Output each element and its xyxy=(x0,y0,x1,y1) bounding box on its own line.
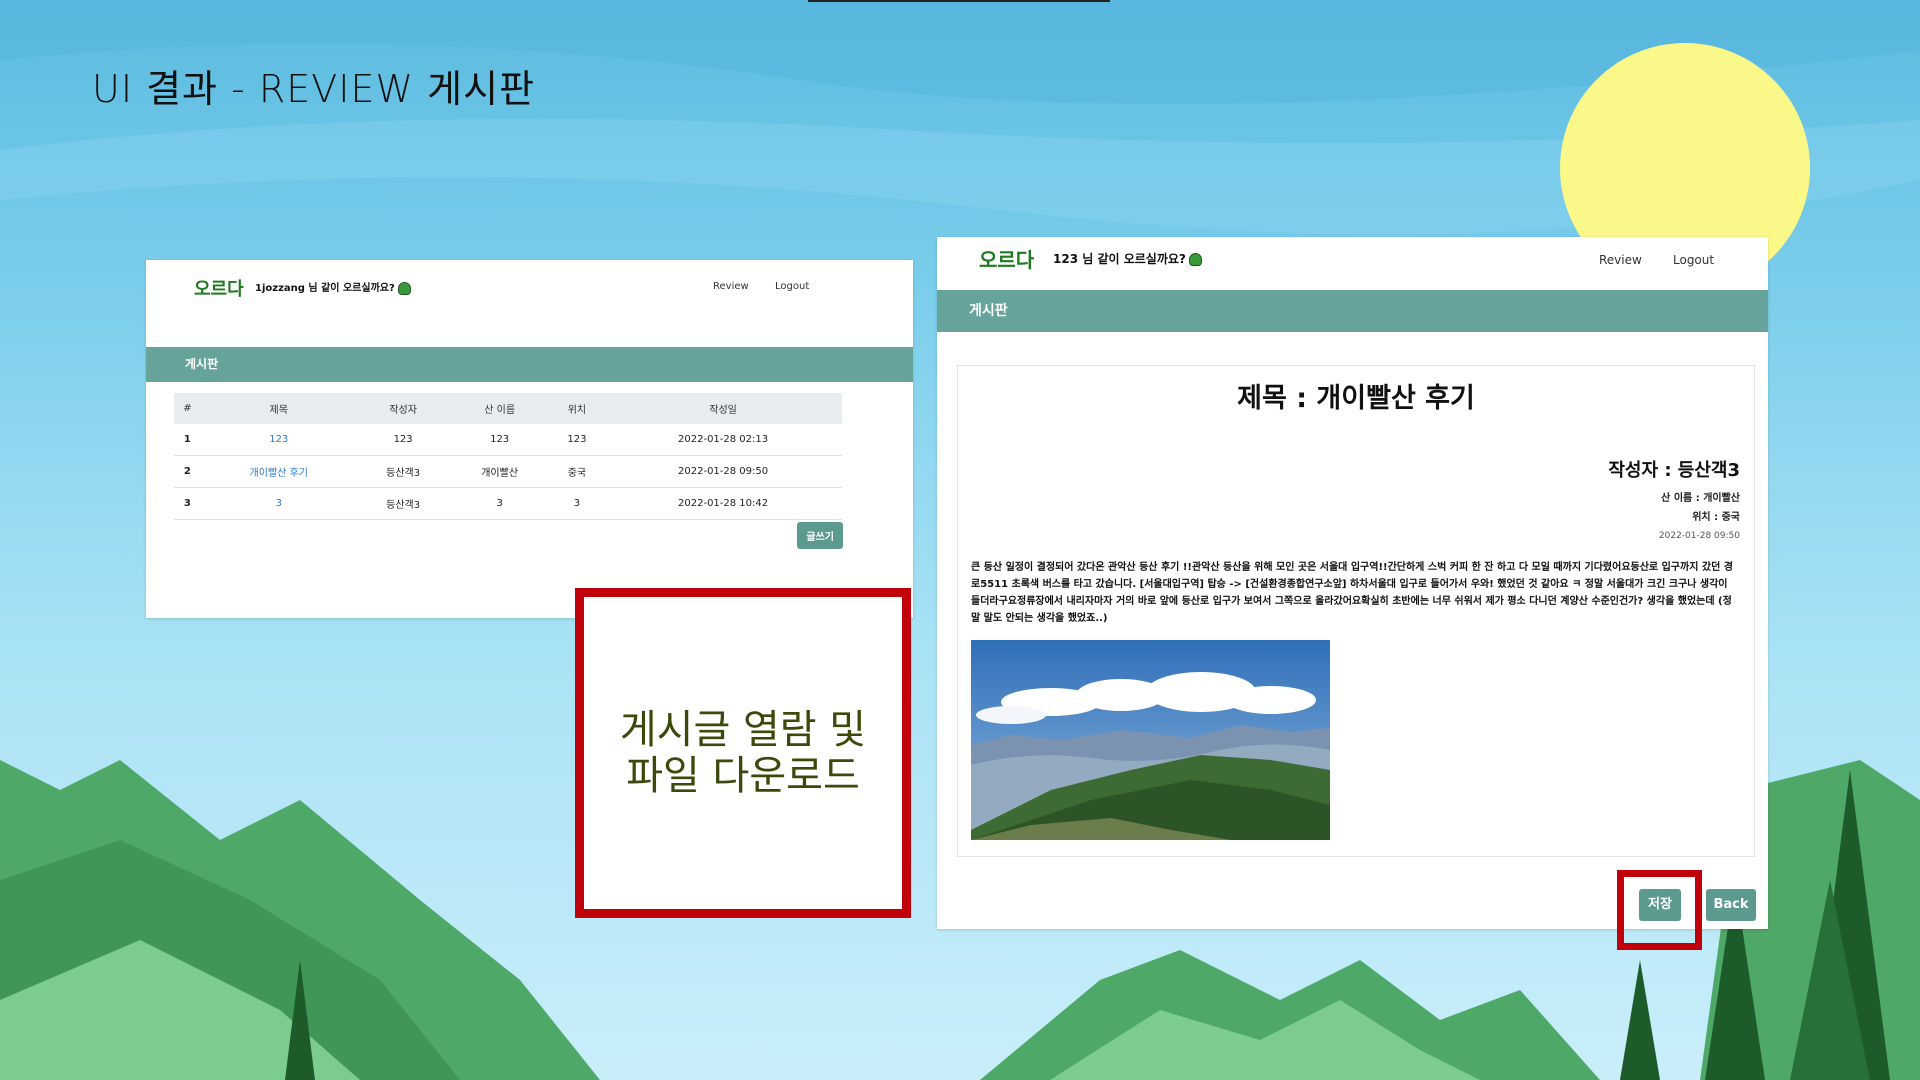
post-link[interactable]: 3 xyxy=(276,498,282,509)
row-num: 1 xyxy=(174,424,201,456)
board-list-screenshot: 오르다 1jozzang 님 같이 오르실까요? Review Logout 게… xyxy=(146,260,913,618)
row-date: 2022-01-28 02:13 xyxy=(604,424,842,456)
nav-logout-link[interactable]: Logout xyxy=(1673,253,1714,267)
greeting: 123 님 같이 오르실까요? xyxy=(1053,250,1202,267)
post-title: 제목 : 개이빨산 후기 xyxy=(1237,383,1475,414)
col-header-location: 위치 xyxy=(549,393,605,424)
nav-logout-link[interactable]: Logout xyxy=(775,281,809,292)
post-card: 제목 : 개이빨산 후기 작성자 : 등산객3 산 이름 : 개이빨산 위치 :… xyxy=(957,365,1755,857)
navbar: 오르다 1jozzang 님 같이 오르실까요? Review Logout xyxy=(146,260,913,320)
row-mountain: 3 xyxy=(449,487,550,520)
callout-line-1: 게시글 열람 및 xyxy=(619,707,867,753)
row-num: 3 xyxy=(174,487,201,520)
post-attachment-image[interactable] xyxy=(971,640,1330,840)
page-header-band: 게시판 xyxy=(937,290,1768,332)
row-num: 2 xyxy=(174,455,201,488)
frog-icon xyxy=(397,281,411,295)
post-link[interactable]: 개이빨산 후기 xyxy=(250,468,308,479)
row-location: 3 xyxy=(549,487,605,520)
page-header-band: 게시판 xyxy=(146,347,913,382)
row-title: 3 xyxy=(200,487,357,520)
table-row: 1 123 123 123 123 2022-01-28 02:13 xyxy=(174,424,842,456)
post-detail-screenshot: 오르다 123 님 같이 오르실까요? Review Logout 게시판 제목… xyxy=(937,237,1768,929)
col-header-num: # xyxy=(174,393,201,424)
greeting: 1jozzang 님 같이 오르실까요? xyxy=(255,279,411,295)
post-date: 2022-01-28 09:50 xyxy=(1658,531,1740,541)
col-header-title: 제목 xyxy=(200,393,357,424)
row-date: 2022-01-28 10:42 xyxy=(604,487,842,520)
nav-review-link[interactable]: Review xyxy=(713,281,749,292)
row-date: 2022-01-28 09:50 xyxy=(604,455,842,488)
callout-box: 게시글 열람 및 파일 다운로드 xyxy=(575,588,911,918)
post-author: 작성자 : 등산객3 xyxy=(1608,460,1740,481)
frog-icon xyxy=(1188,253,1202,266)
row-title: 123 xyxy=(200,424,357,456)
col-header-date: 작성일 xyxy=(604,393,842,424)
table-row: 2 개이빨산 후기 등산객3 개이빨산 중국 2022-01-28 09:50 xyxy=(174,455,842,488)
board-table: # 제목 작성자 산 이름 위치 작성일 1 123 123 123 123 2… xyxy=(174,393,842,520)
row-author: 등산객3 xyxy=(356,455,450,488)
row-mountain: 123 xyxy=(449,424,550,456)
brand-logo[interactable]: 오르다 xyxy=(194,275,244,301)
row-author: 등산객3 xyxy=(356,487,450,520)
nav-review-link[interactable]: Review xyxy=(1599,253,1642,267)
write-button[interactable]: 글쓰기 xyxy=(797,522,843,549)
post-link[interactable]: 123 xyxy=(269,434,288,445)
top-rule xyxy=(808,0,1110,2)
back-button[interactable]: Back xyxy=(1706,889,1756,921)
greeting-text: 123 님 같이 오르실까요? xyxy=(1053,252,1186,266)
navbar: 오르다 123 님 같이 오르실까요? Review Logout xyxy=(937,237,1768,297)
row-author: 123 xyxy=(356,424,450,456)
callout-text: 게시글 열람 및 파일 다운로드 xyxy=(620,707,866,799)
slide-title: UI 결과 - REVIEW 게시판 xyxy=(92,67,536,111)
post-mountain: 산 이름 : 개이빨산 xyxy=(1661,493,1740,504)
col-header-mountain: 산 이름 xyxy=(449,393,550,424)
greeting-text: 1jozzang 님 같이 오르실까요? xyxy=(255,283,395,294)
row-location: 중국 xyxy=(549,455,605,488)
post-location: 위치 : 중국 xyxy=(1692,512,1740,523)
brand-logo[interactable]: 오르다 xyxy=(979,244,1034,273)
save-button-highlight xyxy=(1617,870,1702,950)
callout-line-2: 파일 다운로드 xyxy=(626,753,860,799)
table-row: 3 3 등산객3 3 3 2022-01-28 10:42 xyxy=(174,487,842,520)
post-body: 큰 등산 일정이 결정되어 갔다온 관악산 등산 후기 !!관악산 등산을 위해… xyxy=(971,562,1733,624)
row-mountain: 개이빨산 xyxy=(449,455,550,488)
row-title: 개이빨산 후기 xyxy=(200,455,357,488)
col-header-author: 작성자 xyxy=(356,393,450,424)
row-location: 123 xyxy=(549,424,605,456)
